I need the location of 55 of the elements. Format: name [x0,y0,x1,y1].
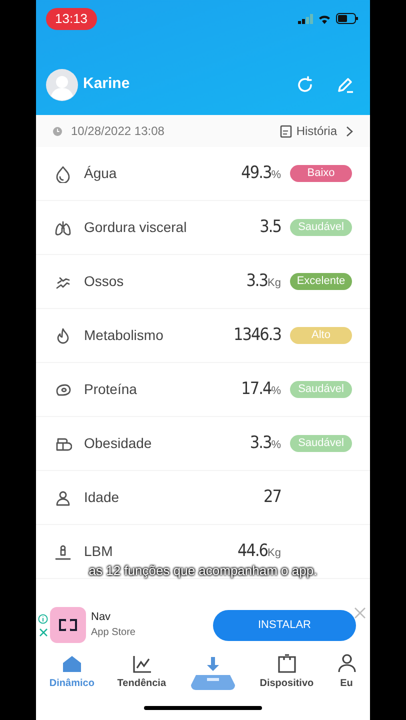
metric-label: Idade [84,488,120,507]
metric-label: LBM [84,542,113,561]
refresh-icon[interactable] [296,76,314,94]
metric-label: Gordura visceral [84,218,187,237]
drop-icon [54,164,72,182]
app-logo [50,607,86,643]
ad-store: App Store [91,626,136,640]
scale-icon [190,655,236,691]
metric-value: 3.3Kg [246,270,281,293]
metric-value: 49.3% [241,162,281,185]
nav-tab[interactable]: Eu [336,653,356,691]
status-time: 13:13 [46,8,97,30]
user-icon [336,653,356,673]
document-icon [280,124,292,138]
history-link[interactable]: História [296,122,337,140]
chart-icon [132,655,152,673]
status-tag: Baixo [290,165,352,182]
metric-value: 3.3% [250,432,281,455]
status-tag: Alto [290,327,352,344]
ad-app-name: Nav [91,610,112,625]
close-icon[interactable] [38,628,48,636]
bag-icon [276,653,297,673]
signal-icon [298,14,313,24]
nav-tab[interactable]: Dispositivo [260,653,314,691]
wifi-icon [318,14,331,24]
lbm-icon [54,542,72,560]
metric-value: 27 [264,486,281,509]
metric-label: Obesidade [84,434,152,453]
install-button[interactable]: INSTALAR [213,610,356,640]
metric-value: 1346.3 [234,324,281,347]
metric-label: Ossos [84,272,124,291]
metric-value: 44.6Kg [237,540,281,563]
profile-name: Karine [83,74,130,94]
nav-tab[interactable]: Tendência [117,655,166,691]
clock-icon [53,126,62,136]
measurement-date: 10/28/2022 13:08 [71,123,164,140]
metric-label: Proteína [84,380,137,399]
video-caption: as 12 funções que acompanham o app. [88,563,318,578]
metric-value: 17.4% [241,378,281,401]
person-icon [54,488,72,506]
chevron-right-icon[interactable] [346,126,353,136]
close-icon[interactable] [354,607,366,619]
avatar[interactable] [46,68,78,100]
status-tag: Saudável [290,435,352,452]
metric-label: Água [84,164,117,183]
edit-icon[interactable] [336,76,354,94]
home-icon [62,655,82,673]
battery-icon [336,13,358,24]
metric-label: Metabolismo [84,326,164,345]
status-tag: Saudável [290,219,352,236]
lungs-icon [54,218,72,236]
info-icon[interactable] [38,614,48,624]
metric-value: 3.5 [260,216,281,239]
status-tag: Excelente [290,273,352,290]
status-tag: Saudável [290,381,352,398]
